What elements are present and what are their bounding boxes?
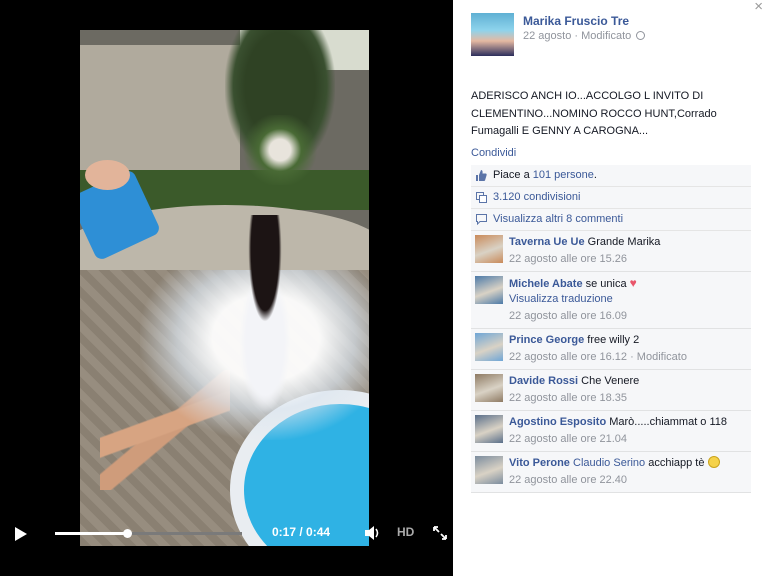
thumbs-up-icon [476,170,487,181]
share-link[interactable]: Condividi [471,147,516,159]
post-date[interactable]: 22 agosto [523,30,571,42]
comment-text: acchiapp tè [648,457,705,469]
comment-icon [476,214,487,225]
comment-item: Michele Abate se unica ♥ Visualizza trad… [471,272,751,329]
comment-item: Vito Perone Claudio Serino acchiapp tè 2… [471,452,751,493]
view-more-comments-link[interactable]: Visualizza altri 8 commenti [493,213,623,225]
likes-prefix: Piace a [493,169,533,181]
video-stage: 0:17 / 0:44 HD [0,0,453,576]
shares-row: 3.120 condivisioni [471,187,751,209]
progress-knob[interactable] [123,529,133,538]
comment-text: Che Venere [581,375,640,387]
feedback-box: Piace a 101 persone. 3.120 condivisioni … [471,165,751,493]
commenter-name[interactable]: Taverna Ue Ue [509,236,585,248]
shares-link[interactable]: 3.120 condivisioni [493,191,580,203]
post-edited: · Modificato [574,30,632,42]
video-scene-person [220,215,310,445]
commenter-avatar[interactable] [475,333,503,361]
commenter-avatar[interactable] [475,235,503,263]
comment-time[interactable]: 22 agosto alle ore 16.09 [509,309,745,324]
commenter-name[interactable]: Michele Abate [509,278,583,290]
commenter-name[interactable]: Davide Rossi [509,375,578,387]
comment-time[interactable]: 22 agosto alle ore 15.26 [509,252,745,267]
comment-time[interactable]: 22 agosto alle ore 21.04 [509,432,745,447]
commenter-avatar[interactable] [475,276,503,304]
smile-emoji-icon [707,456,720,468]
comment-item: Agostino Esposito Marò.....chiammat o 11… [471,411,751,452]
comment-item: Prince George free willy 2 22 agosto all… [471,329,751,370]
likes-link[interactable]: 101 persone [533,169,594,181]
video-scene-hand [85,160,130,190]
post-text: ADERISCO ANCH IO...ACCOLGO L INVITO DI C… [471,90,717,137]
commenter-avatar[interactable] [475,415,503,443]
fullscreen-icon[interactable] [432,525,448,541]
time-display: 0:17 / 0:44 [272,525,331,539]
comment-text: se unica [585,278,627,290]
post-meta: 22 agosto · Modificato [523,30,646,42]
translate-link[interactable]: Visualizza traduzione [509,293,613,305]
comment-mention[interactable]: Claudio Serino [573,457,645,469]
owner-name[interactable]: Marika Fruscio Tre [523,14,629,28]
commenter-name[interactable]: Vito Perone [509,457,570,469]
hd-button[interactable]: HD [397,525,414,539]
comment-time[interactable]: 22 agosto alle ore 16.12 · Modificato [509,350,745,365]
heart-icon: ♥ [629,276,637,290]
comment-time[interactable]: 22 agosto alle ore 18.35 [509,391,745,406]
comment-text: Marò.....chiammat o 118 [609,416,728,428]
globe-icon [636,31,646,40]
comment-item: Taverna Ue Ue Grande Marika 22 agosto al… [471,231,751,272]
owner-avatar[interactable] [471,13,514,56]
comment-text: free willy 2 [587,334,640,346]
likes-row: Piace a 101 persone. [471,165,751,187]
progress-bar[interactable] [55,529,242,538]
commenter-name[interactable]: Prince George [509,334,584,346]
likes-suffix: . [593,169,597,181]
progress-fill [55,532,128,535]
close-icon[interactable]: × [754,0,763,15]
commenter-name[interactable]: Agostino Esposito [509,416,606,428]
play-icon[interactable] [14,526,30,542]
video-controls: 0:17 / 0:44 HD [0,518,453,548]
post-panel: × Marika Fruscio Tre 22 agosto · Modific… [453,0,769,576]
video-frame[interactable] [80,30,369,546]
comment-text: Grande Marika [587,236,661,248]
video-scene-flowers [240,115,320,185]
comment-time[interactable]: 22 agosto alle ore 22.40 [509,473,745,488]
volume-icon[interactable] [364,525,382,541]
comment-item: Davide Rossi Che Venere 22 agosto alle o… [471,370,751,411]
commenter-avatar[interactable] [475,374,503,402]
view-more-row: Visualizza altri 8 commenti [471,209,751,231]
commenter-avatar[interactable] [475,456,503,484]
share-icon [476,192,487,203]
